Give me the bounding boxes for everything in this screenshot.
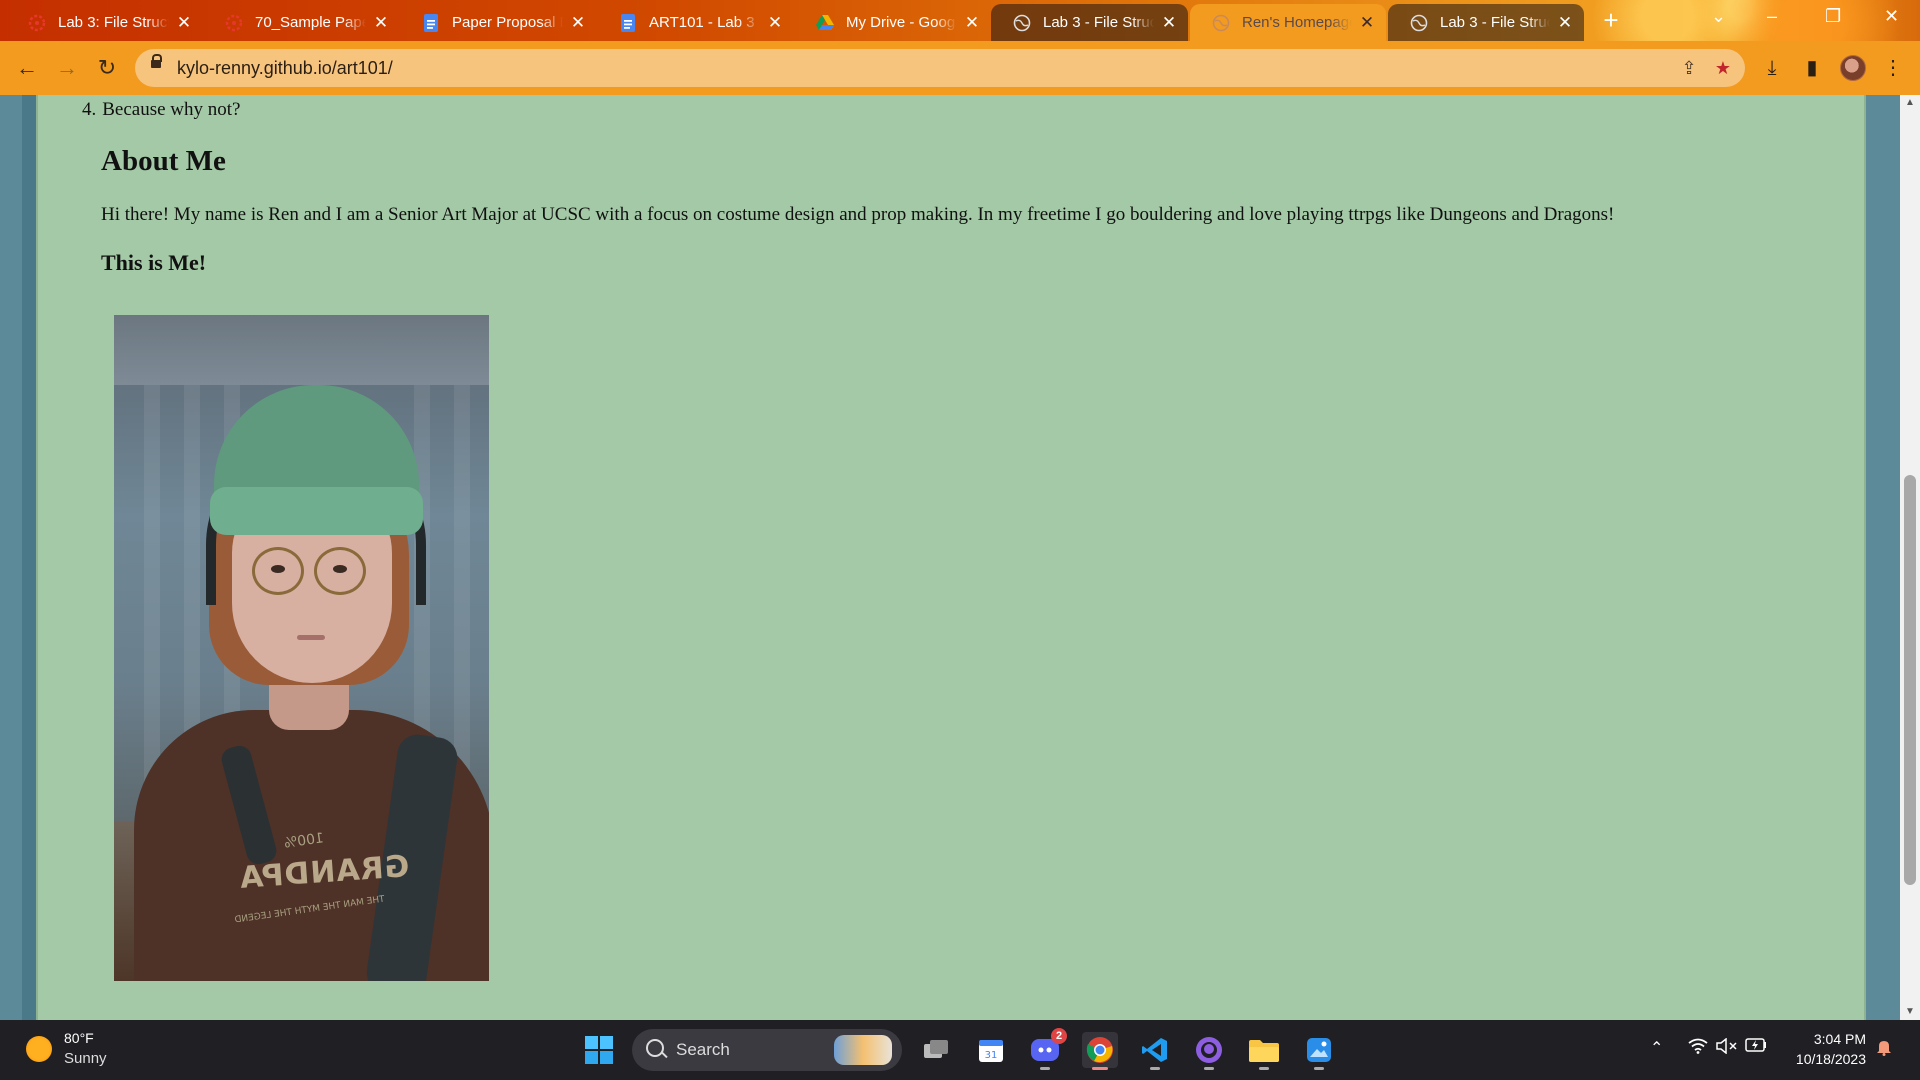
browser-toolbar: ← → ↻ kylo-renny.github.io/art101/ ⇪ ★ ⤓… xyxy=(0,41,1920,95)
windows-taskbar: 80°F Sunny Search 31 2 ⌃ 3:04 PM 10/18/2… xyxy=(0,1020,1920,1080)
tab-title: My Drive - Goog xyxy=(846,14,956,31)
tab-title: Paper Proposal D xyxy=(452,14,563,31)
discord-notification-badge: 2 xyxy=(1051,1028,1067,1044)
close-tab-icon[interactable]: ✕ xyxy=(766,13,784,33)
canvas-icon xyxy=(225,14,243,32)
back-icon[interactable]: ← xyxy=(12,53,42,83)
start-windows-icon[interactable] xyxy=(581,1032,617,1068)
vertical-scrollbar[interactable]: ▲ ▼ xyxy=(1900,95,1920,1020)
tab-art101-lab3[interactable]: ART101 - Lab 3 - ✕ xyxy=(597,4,794,41)
url-text[interactable]: kylo-renny.github.io/art101/ xyxy=(177,58,393,79)
page-content: 4. Because why not? About Me Hi there! My… xyxy=(36,95,1866,1020)
minimize-icon[interactable]: – xyxy=(1767,6,1777,27)
photos-app-icon[interactable] xyxy=(1301,1032,1337,1070)
about-me-paragraph: Hi there! My name is Ren and I am a Seni… xyxy=(101,204,1615,225)
wifi-icon[interactable] xyxy=(1688,1038,1708,1059)
svg-text:31: 31 xyxy=(985,1050,998,1061)
tab-paper-proposal[interactable]: Paper Proposal D ✕ xyxy=(400,4,597,41)
tab-title: Lab 3: File Structu xyxy=(58,14,169,31)
share-icon[interactable]: ⇪ xyxy=(1677,56,1701,80)
list-item: 4. Because why not? xyxy=(82,99,240,121)
tab-my-drive[interactable]: My Drive - Goog ✕ xyxy=(794,4,991,41)
scroll-down-arrow-icon[interactable]: ▼ xyxy=(1900,1004,1920,1020)
close-tab-icon[interactable]: ✕ xyxy=(1556,13,1574,33)
github-desktop-icon[interactable] xyxy=(1191,1032,1227,1070)
list-item-text: Because why not? xyxy=(102,99,241,120)
task-view-icon[interactable] xyxy=(918,1032,954,1068)
bookmark-star-icon[interactable]: ★ xyxy=(1711,56,1735,80)
search-label: Search xyxy=(676,1040,730,1059)
globe-icon xyxy=(1013,14,1031,32)
volume-muted-icon[interactable] xyxy=(1716,1037,1738,1059)
close-tab-icon[interactable]: ✕ xyxy=(1160,13,1178,33)
search-highlight-image xyxy=(834,1035,892,1065)
profile-avatar[interactable] xyxy=(1840,55,1866,81)
tab-rens-homepage[interactable]: Ren's Homepage ✕ xyxy=(1190,4,1386,41)
tab-lab3-file-structure[interactable]: Lab 3 - File Struc ✕ xyxy=(991,4,1188,41)
close-tab-icon[interactable]: ✕ xyxy=(569,13,587,33)
globe-icon xyxy=(1410,14,1428,32)
tab-lab3-canvas[interactable]: Lab 3: File Structu ✕ xyxy=(6,4,203,41)
maximize-icon[interactable]: ❐ xyxy=(1825,6,1841,27)
notification-bell-icon[interactable] xyxy=(1876,1038,1892,1061)
tab-sample-paper[interactable]: 70_Sample Paper ✕ xyxy=(203,4,400,41)
close-tab-icon[interactable]: ✕ xyxy=(963,13,981,33)
clock-time: 3:04 PM xyxy=(1813,1031,1866,1047)
calendar-app-icon[interactable]: 31 xyxy=(973,1032,1009,1068)
search-icon xyxy=(646,1039,664,1057)
about-me-heading: About Me xyxy=(101,145,226,177)
this-is-me-heading: This is Me! xyxy=(101,250,207,275)
page-viewport: 4. Because why not? About Me Hi there! My… xyxy=(0,95,1920,1020)
forward-icon[interactable]: → xyxy=(52,53,82,83)
tab-lab3-file-structure-2[interactable]: Lab 3 - File Struc ✕ xyxy=(1388,4,1584,41)
close-window-icon[interactable]: ✕ xyxy=(1884,6,1899,27)
tab-title: ART101 - Lab 3 - xyxy=(649,14,760,31)
side-panel-icon[interactable]: ▮ xyxy=(1799,55,1825,81)
show-hidden-icons-chevron-icon[interactable]: ⌃ xyxy=(1650,1038,1663,1058)
list-item-number: 4. xyxy=(82,99,97,120)
canvas-icon xyxy=(28,14,46,32)
discord-icon[interactable]: 2 xyxy=(1027,1028,1067,1070)
docs-icon xyxy=(619,13,637,32)
scrollbar-thumb[interactable] xyxy=(1904,475,1916,885)
close-tab-icon[interactable]: ✕ xyxy=(1358,13,1376,33)
clock-date: 10/18/2023 xyxy=(1795,1051,1866,1067)
weather-description[interactable]: Sunny xyxy=(64,1050,107,1067)
docs-icon xyxy=(422,13,440,32)
profile-photo: 100% GRANDPA THE MAN THE MYTH THE LEGEND xyxy=(114,315,489,981)
battery-charging-icon[interactable] xyxy=(1745,1038,1767,1057)
file-explorer-icon[interactable] xyxy=(1246,1032,1282,1070)
globe-icon xyxy=(1212,14,1230,32)
vscode-icon[interactable] xyxy=(1137,1032,1173,1070)
sun-icon[interactable] xyxy=(26,1036,52,1062)
chrome-icon[interactable] xyxy=(1082,1032,1118,1070)
tab-title: Ren's Homepage xyxy=(1242,14,1352,31)
new-tab-button[interactable]: + xyxy=(1596,7,1626,34)
lock-icon xyxy=(151,54,162,68)
menu-kebab-icon[interactable]: ⋮ xyxy=(1880,55,1906,81)
address-bar[interactable]: kylo-renny.github.io/art101/ ⇪ ★ xyxy=(135,49,1745,87)
system-clock[interactable]: 3:04 PM 10/18/2023 xyxy=(1796,1029,1866,1069)
tab-title: Lab 3 - File Struc xyxy=(1440,14,1550,31)
scroll-up-arrow-icon[interactable]: ▲ xyxy=(1900,95,1920,111)
tab-search-chevron-icon[interactable]: ⌄ xyxy=(1711,6,1726,27)
close-tab-icon[interactable]: ✕ xyxy=(175,13,193,33)
taskbar-search[interactable]: Search xyxy=(632,1029,902,1071)
download-icon[interactable]: ⤓ xyxy=(1759,55,1785,81)
tab-title: Lab 3 - File Struc xyxy=(1043,14,1154,31)
close-tab-icon[interactable]: ✕ xyxy=(372,13,390,33)
tab-title: 70_Sample Paper xyxy=(255,14,366,31)
weather-temperature[interactable]: 80°F xyxy=(64,1030,94,1046)
drive-icon xyxy=(816,14,834,32)
reload-icon[interactable]: ↻ xyxy=(92,53,122,83)
